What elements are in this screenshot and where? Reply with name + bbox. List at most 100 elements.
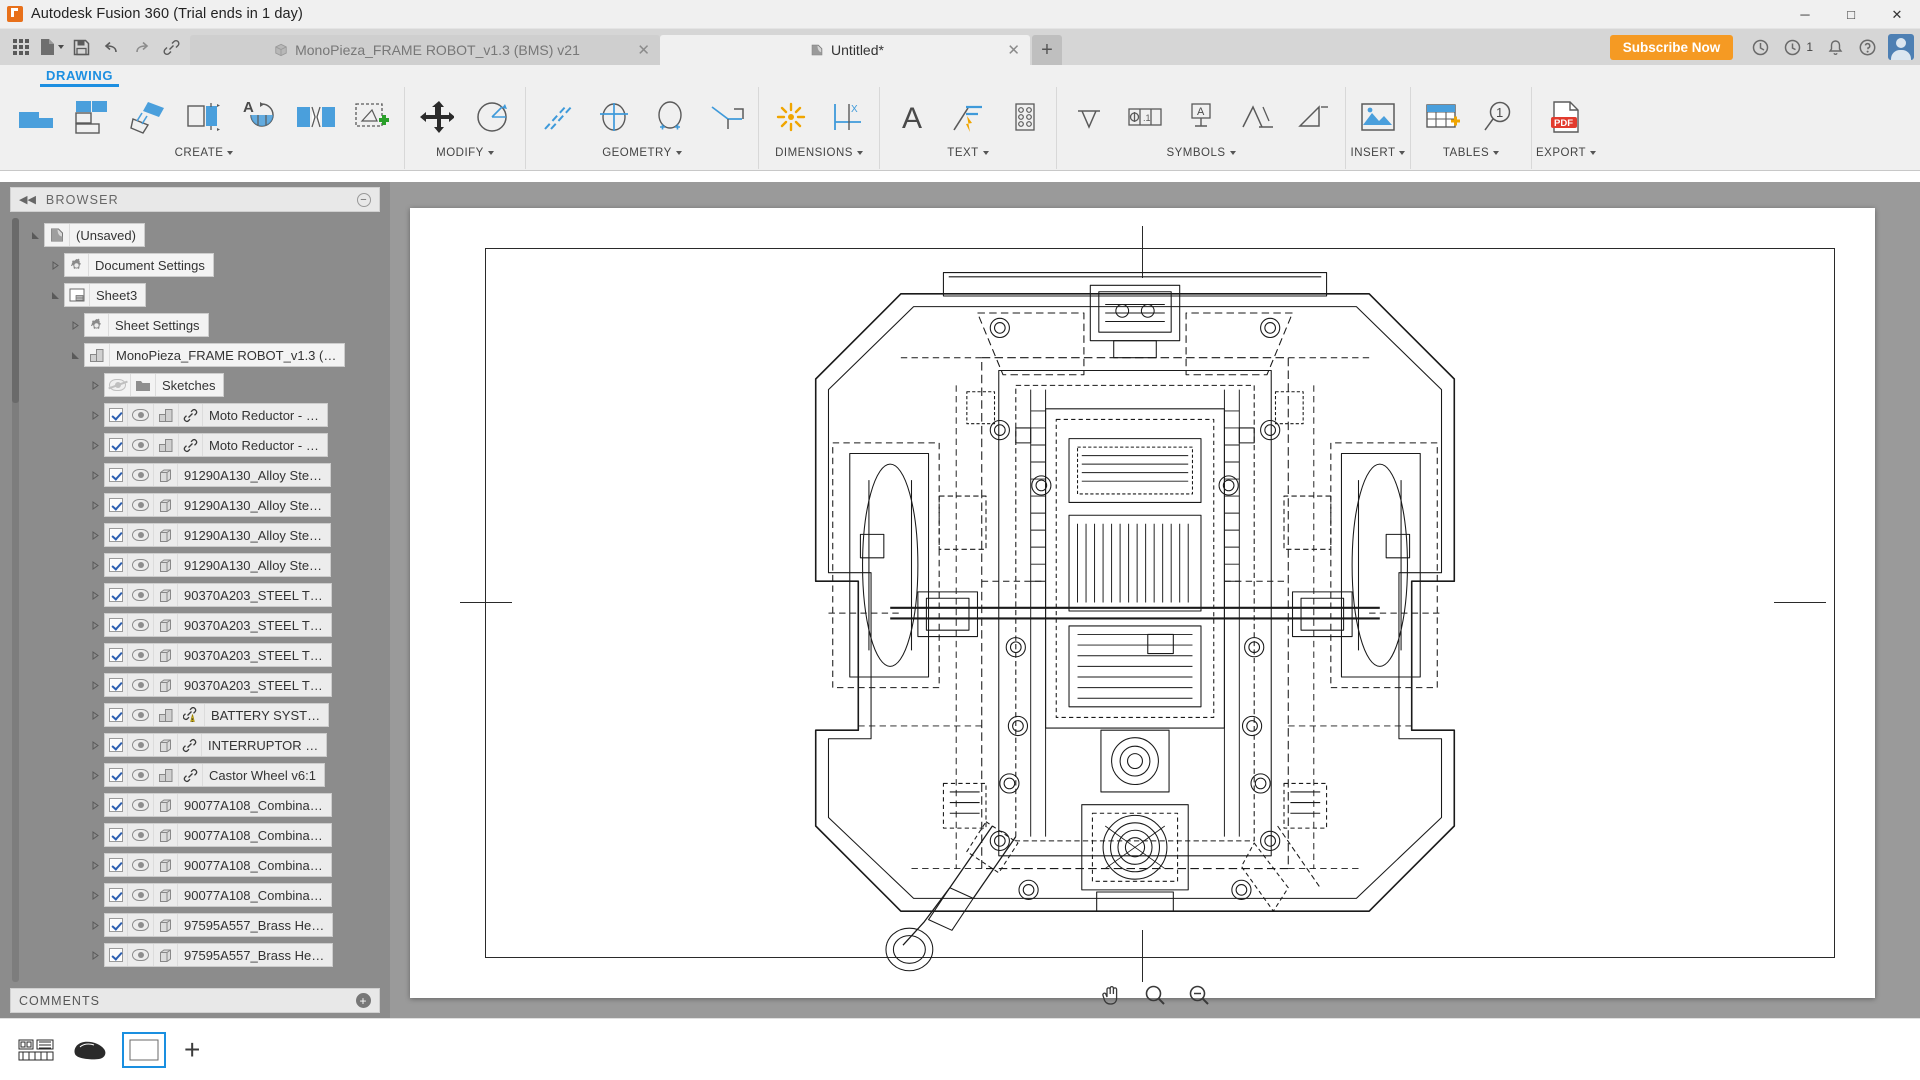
visibility-on-icon[interactable] xyxy=(128,584,154,606)
tree-item-checkbox[interactable] xyxy=(105,824,128,846)
add-comment-button[interactable]: + xyxy=(356,993,371,1008)
tree-row[interactable]: 90077A108_Combina… xyxy=(26,790,390,820)
tree-row[interactable]: 90370A203_STEEL T… xyxy=(26,640,390,670)
tree-item-checkbox[interactable] xyxy=(105,914,128,936)
close-button[interactable]: ✕ xyxy=(1874,0,1920,29)
comments-panel[interactable]: COMMENTS + xyxy=(10,988,380,1013)
visibility-on-icon[interactable] xyxy=(128,704,154,726)
view-tab-thumbnail-1[interactable] xyxy=(14,1032,58,1068)
tree-row[interactable]: 90370A203_STEEL T… xyxy=(26,610,390,640)
tree-row[interactable]: 90077A108_Combina… xyxy=(26,880,390,910)
tree-row[interactable]: Castor Wheel v6:1 xyxy=(26,760,390,790)
tree-item-checkbox[interactable] xyxy=(105,854,128,876)
tree-expand-closed-icon[interactable] xyxy=(86,951,104,960)
tree-row[interactable]: 97595A557_Brass He… xyxy=(26,910,390,940)
visibility-on-icon[interactable] xyxy=(128,464,154,486)
tree-item-checkbox[interactable] xyxy=(105,584,128,606)
visibility-on-icon[interactable] xyxy=(128,884,154,906)
visibility-on-icon[interactable] xyxy=(128,614,154,636)
tree-expand-closed-icon[interactable] xyxy=(86,411,104,420)
tree-row[interactable]: 91290A130_Alloy Ste… xyxy=(26,460,390,490)
taper-slope-icon[interactable] xyxy=(1285,89,1341,145)
document-tab-1[interactable]: Untitled* ✕ xyxy=(660,35,1030,65)
tree-row[interactable]: 91290A130_Alloy Ste… xyxy=(26,520,390,550)
tree-item[interactable]: BATTERY SYST… xyxy=(104,703,329,727)
redo-icon[interactable] xyxy=(126,32,156,62)
tree-item-checkbox[interactable] xyxy=(105,794,128,816)
ribbon-group-modify-label[interactable]: MODIFY xyxy=(436,147,494,159)
tree-row[interactable]: Sketches xyxy=(26,370,390,400)
tree-item[interactable]: 90370A203_STEEL T… xyxy=(104,613,332,637)
ribbon-group-insert-label[interactable]: INSERT xyxy=(1351,147,1406,159)
tree-item[interactable]: 91290A130_Alloy Ste… xyxy=(104,553,331,577)
ordinate-dimension-icon[interactable]: X xyxy=(819,89,875,145)
tree-expand-closed-icon[interactable] xyxy=(86,861,104,870)
tree-item-checkbox[interactable] xyxy=(105,434,128,456)
tree-item-checkbox[interactable] xyxy=(105,464,128,486)
tree-item[interactable]: 97595A557_Brass He… xyxy=(104,943,333,967)
ribbon-group-create-label[interactable]: CREATE xyxy=(175,147,234,159)
tree-row[interactable]: Sheet Settings xyxy=(26,310,390,340)
view-tab-drawing[interactable] xyxy=(122,1032,166,1068)
tree-row[interactable]: 91290A130_Alloy Ste… xyxy=(26,550,390,580)
tree-item[interactable]: 90370A203_STEEL T… xyxy=(104,643,332,667)
insert-image-icon[interactable] xyxy=(1350,89,1406,145)
document-tab-close-icon[interactable]: ✕ xyxy=(637,41,650,59)
tree-expand-closed-icon[interactable] xyxy=(86,501,104,510)
visibility-on-icon[interactable] xyxy=(128,674,154,696)
auxiliary-view-icon[interactable] xyxy=(120,89,176,145)
new-tab-button[interactable]: + xyxy=(1032,35,1062,65)
tree-item-checkbox[interactable] xyxy=(105,614,128,636)
ribbon-group-export-label[interactable]: EXPORT xyxy=(1536,147,1596,159)
table-icon[interactable] xyxy=(1415,89,1471,145)
visibility-on-icon[interactable] xyxy=(128,854,154,876)
visibility-on-icon[interactable] xyxy=(128,434,154,456)
zoom-fit-icon[interactable] xyxy=(1184,982,1214,1008)
tree-item[interactable]: Sheet3 xyxy=(64,283,146,307)
text-icon[interactable]: A xyxy=(884,89,940,145)
visibility-on-icon[interactable] xyxy=(128,524,154,546)
ribbon-group-dimensions-label[interactable]: DIMENSIONS xyxy=(775,147,863,159)
tree-item[interactable]: (Unsaved) xyxy=(44,223,145,247)
tree-expand-closed-icon[interactable] xyxy=(86,531,104,540)
visibility-on-icon[interactable] xyxy=(128,644,154,666)
tree-item-checkbox[interactable] xyxy=(105,944,128,966)
maximize-button[interactable]: □ xyxy=(1828,0,1874,29)
file-icon[interactable] xyxy=(36,32,66,62)
subscribe-now-button[interactable]: Subscribe Now xyxy=(1610,35,1734,60)
tree-item[interactable]: 90077A108_Combina… xyxy=(104,853,332,877)
tree-row[interactable]: 97595A557_Brass He… xyxy=(26,940,390,970)
tree-expand-closed-icon[interactable] xyxy=(86,471,104,480)
tree-expand-closed-icon[interactable] xyxy=(86,381,104,390)
document-tab-0[interactable]: MonoPieza_FRAME ROBOT_v1.3 (BMS) v21 ✕ xyxy=(190,35,660,65)
dimension-icon[interactable] xyxy=(763,89,819,145)
datum-identifier-icon[interactable]: A xyxy=(1173,89,1229,145)
balloon-icon[interactable]: 1 xyxy=(1471,89,1527,145)
tree-expand-closed-icon[interactable] xyxy=(86,891,104,900)
tree-item[interactable]: 90077A108_Combina… xyxy=(104,823,332,847)
tree-expand-closed-icon[interactable] xyxy=(86,651,104,660)
tree-item[interactable]: 91290A130_Alloy Ste… xyxy=(104,523,331,547)
user-avatar[interactable] xyxy=(1888,34,1914,60)
apps-grid-icon[interactable] xyxy=(6,32,36,62)
ribbon-group-symbols-label[interactable]: SYMBOLS xyxy=(1166,147,1235,159)
tree-item[interactable]: Moto Reductor - … xyxy=(104,403,328,427)
view-tab-thumbnail-2[interactable] xyxy=(68,1032,112,1068)
tree-item[interactable]: Moto Reductor - … xyxy=(104,433,328,457)
break-view-icon[interactable] xyxy=(288,89,344,145)
tree-row[interactable]: Moto Reductor - … xyxy=(26,400,390,430)
tree-item-checkbox[interactable] xyxy=(105,644,128,666)
tree-row[interactable]: MonoPieza_FRAME ROBOT_v1.3 (… xyxy=(26,340,390,370)
document-tab-close-icon[interactable]: ✕ xyxy=(1007,41,1020,59)
minimize-panel-icon[interactable]: − xyxy=(357,193,371,207)
tree-expand-closed-icon[interactable] xyxy=(86,741,104,750)
drawing-sheet[interactable] xyxy=(410,208,1875,998)
help-icon[interactable] xyxy=(1852,32,1882,62)
section-view-icon[interactable] xyxy=(176,89,232,145)
tree-item-checkbox[interactable] xyxy=(105,764,128,786)
surface-texture-icon[interactable] xyxy=(1061,89,1117,145)
tree-expand-closed-icon[interactable] xyxy=(86,681,104,690)
center-mark-icon[interactable] xyxy=(586,89,642,145)
add-view-button[interactable]: + xyxy=(176,1036,208,1064)
tree-expand-closed-icon[interactable] xyxy=(86,711,104,720)
